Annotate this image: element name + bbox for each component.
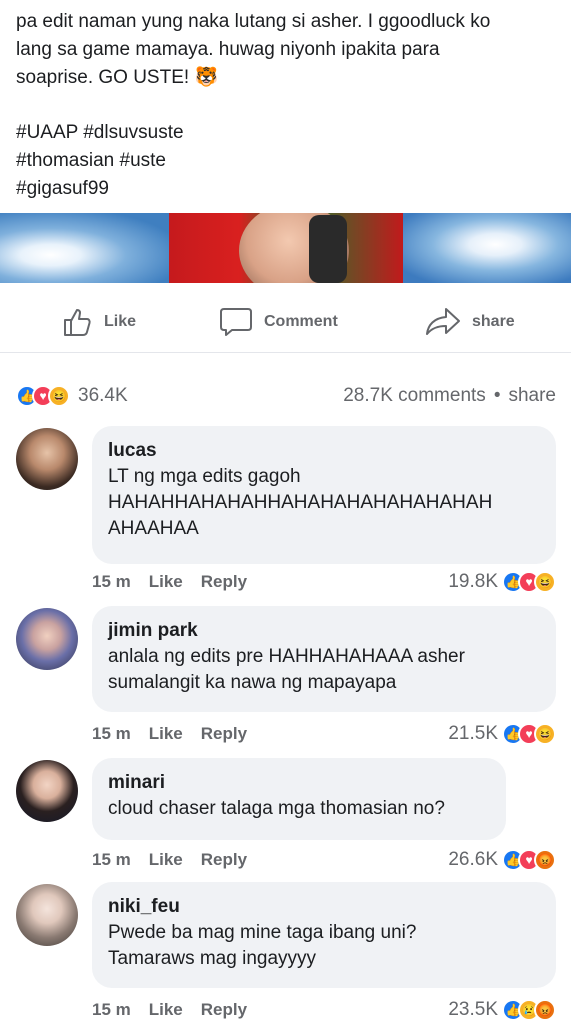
haha-reaction-icon: 😆 <box>48 385 70 407</box>
comment-time: 15 m <box>92 572 131 591</box>
angry-reaction-icon: 😡 <box>534 999 556 1021</box>
comment-bubble: niki_feu Pwede ba mag mine taga ibang un… <box>92 882 556 988</box>
edited-photo <box>168 213 403 283</box>
comment-meta: 15 m Like Reply 26.6K 👍 ♥ 😡 <box>92 849 556 871</box>
avatar[interactable] <box>16 608 78 670</box>
comment-meta: 15 m Like Reply 19.8K 👍 ♥ 😆 <box>92 571 556 593</box>
comment-reply-link[interactable]: Reply <box>201 850 247 870</box>
comment-like-link[interactable]: Like <box>149 850 183 870</box>
commenter-name[interactable]: niki_feu <box>108 894 540 920</box>
comment-bubble: lucas LT ng mga edits gagoh HAHAHHAHAHAH… <box>92 426 556 564</box>
comment-text: anlala ng edits pre HAHHAHAHAAA asher <box>108 646 465 667</box>
comment-text: HAHAHHAHAHAHHAHAHAHAHAHAHAHAH <box>108 492 493 513</box>
comment-like-link[interactable]: Like <box>149 724 183 744</box>
comment-text: LT ng mga edits gagoh <box>108 466 301 487</box>
post-action-bar: Like Comment share <box>0 290 571 353</box>
hashtag-line[interactable]: #thomasian #uste <box>16 147 556 175</box>
share-label: share <box>472 313 515 330</box>
like-button[interactable]: Like <box>62 306 136 338</box>
comment-text: AHAAHAA <box>108 518 199 539</box>
comment-like-link[interactable]: Like <box>149 1000 183 1020</box>
caption-line: lang sa game mamaya. huwag niyonh ipakit… <box>16 39 440 60</box>
caption-line: soaprise. GO USTE! 🐯 <box>16 67 219 88</box>
comment-reaction-icons[interactable]: 👍 ♥ 😡 <box>502 849 556 871</box>
comment-reaction-count[interactable]: 23.5K <box>448 999 498 1021</box>
comment-reaction-count[interactable]: 26.6K <box>448 849 498 871</box>
comment-reaction-count[interactable]: 21.5K <box>448 723 498 745</box>
hashtag-line[interactable]: #gigasuf99 <box>16 175 556 203</box>
comments-count[interactable]: 28.7K comments <box>343 385 486 407</box>
comment-reply-link[interactable]: Reply <box>201 572 247 592</box>
comment-meta: 15 m Like Reply 21.5K 👍 ♥ 😆 <box>92 723 556 745</box>
separator-dot: • <box>493 385 501 406</box>
share-arrow-icon <box>426 308 460 335</box>
sky-image-left <box>0 213 169 283</box>
comment-time: 15 m <box>92 850 131 869</box>
like-label: Like <box>104 313 137 330</box>
post-caption: pa edit naman yung naka lutang si asher.… <box>16 8 556 203</box>
comment-time: 15 m <box>92 1000 131 1019</box>
comment-reply-link[interactable]: Reply <box>201 724 247 744</box>
comment-time: 15 m <box>92 724 131 743</box>
comment-meta: 15 m Like Reply 23.5K 👍 😢 😡 <box>92 999 556 1021</box>
sky-image-right <box>402 213 571 283</box>
comment-like-link[interactable]: Like <box>149 572 183 592</box>
angry-reaction-icon: 😡 <box>534 849 556 871</box>
comment-text: cloud chaser talaga mga thomasian no? <box>108 798 445 819</box>
commenter-name[interactable]: minari <box>108 770 490 796</box>
comment-text: Tamaraws mag ingayyyy <box>108 948 317 969</box>
haha-reaction-icon: 😆 <box>534 723 556 745</box>
comment-button[interactable]: Comment <box>218 306 338 338</box>
reaction-count[interactable]: 36.4K <box>78 385 128 407</box>
avatar[interactable] <box>16 760 78 822</box>
comment-reaction-icons[interactable]: 👍 😢 😡 <box>502 999 556 1021</box>
hashtag-line[interactable]: #UAAP #dlsuvsuste <box>16 119 556 147</box>
haha-reaction-icon: 😆 <box>534 571 556 593</box>
reaction-icons[interactable]: 👍 ♥ 😆 <box>16 385 70 407</box>
comment-bubble: minari cloud chaser talaga mga thomasian… <box>92 758 506 840</box>
avatar[interactable] <box>16 884 78 946</box>
comment-reaction-count[interactable]: 19.8K <box>448 571 498 593</box>
commenter-name[interactable]: jimin park <box>108 618 540 644</box>
comment-bubble: jimin park anlala ng edits pre HAHHAHAHA… <box>92 606 556 712</box>
comment-reply-link[interactable]: Reply <box>201 1000 247 1020</box>
reaction-summary: 👍 ♥ 😆 36.4K 28.7K comments • share <box>16 380 556 412</box>
avatar[interactable] <box>16 428 78 490</box>
comment-reaction-icons[interactable]: 👍 ♥ 😆 <box>502 723 556 745</box>
speech-bubble-icon <box>220 308 252 336</box>
post-image[interactable] <box>0 213 571 283</box>
share-button[interactable]: share <box>424 306 515 338</box>
comment-label: Comment <box>264 313 338 330</box>
caption-line: pa edit naman yung naka lutang si asher.… <box>16 11 491 32</box>
share-count-link[interactable]: share <box>508 385 556 407</box>
comment-reaction-icons[interactable]: 👍 ♥ 😆 <box>502 571 556 593</box>
commenter-name[interactable]: lucas <box>108 438 540 464</box>
thumbs-up-icon <box>64 309 91 336</box>
comment-text: Pwede ba mag mine taga ibang uni? <box>108 922 417 943</box>
comment-text: sumalangit ka nawa ng mapayapa <box>108 672 397 693</box>
